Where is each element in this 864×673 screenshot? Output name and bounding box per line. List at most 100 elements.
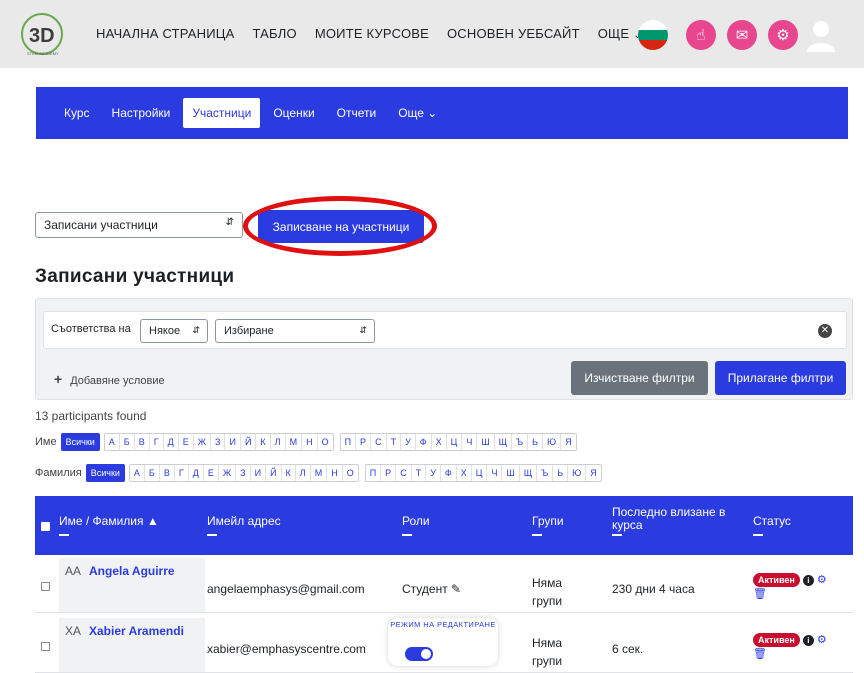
first-name-letter[interactable]: Ц: [447, 434, 463, 450]
last-name-letter[interactable]: Т: [412, 465, 427, 481]
trash-icon[interactable]: 🗑: [753, 647, 827, 660]
last-name-letter[interactable]: М: [311, 465, 328, 481]
first-name-all-button[interactable]: Всички: [60, 433, 100, 451]
first-name-letter[interactable]: А: [105, 434, 120, 450]
last-name-letter[interactable]: И: [251, 465, 267, 481]
select-all-checkbox[interactable]: [41, 522, 50, 531]
nav-dashboard[interactable]: ТАБЛО: [252, 26, 296, 41]
column-last-access[interactable]: Последно влизане в курса: [612, 506, 732, 536]
user-name-link[interactable]: Angela Aguirre: [89, 564, 175, 578]
first-name-letter[interactable]: Я: [561, 434, 576, 450]
tab-grades[interactable]: Оценки: [264, 98, 323, 128]
tab-course[interactable]: Курс: [55, 98, 99, 128]
participants-view-select[interactable]: Записани участници ⇵: [35, 212, 243, 238]
last-name-letter[interactable]: О: [343, 465, 358, 481]
last-name-letter[interactable]: Д: [189, 465, 204, 481]
last-name-letter[interactable]: В: [160, 465, 175, 481]
first-name-letter[interactable]: Р: [356, 434, 372, 450]
first-name-letter[interactable]: П: [341, 434, 357, 450]
user-avatar-icon[interactable]: [804, 18, 838, 52]
last-name-letter[interactable]: Н: [327, 465, 343, 481]
user-role[interactable]: Студент ✎: [402, 582, 461, 596]
last-name-letter[interactable]: З: [236, 465, 251, 481]
first-name-letter[interactable]: И: [225, 434, 241, 450]
match-select[interactable]: Някое ⇵: [140, 319, 208, 343]
last-name-letter[interactable]: Я: [586, 465, 601, 481]
bell-icon[interactable]: ☝: [686, 20, 716, 50]
last-name-letter[interactable]: Ю: [568, 465, 587, 481]
column-email[interactable]: Имейл адрес: [207, 514, 281, 536]
pencil-icon[interactable]: ✎: [451, 582, 461, 596]
add-condition-button[interactable]: + Добавяне условие: [54, 371, 165, 387]
last-name-letter[interactable]: Ь: [553, 465, 569, 481]
apply-filters-button[interactable]: Прилагане филтри: [715, 361, 846, 395]
last-name-letter[interactable]: П: [366, 465, 382, 481]
first-name-letter[interactable]: Ш: [477, 434, 495, 450]
last-name-letter[interactable]: У: [426, 465, 441, 481]
last-name-letter[interactable]: Г: [175, 465, 189, 481]
last-name-letter[interactable]: Х: [457, 465, 472, 481]
close-icon[interactable]: ✕: [818, 324, 832, 338]
edit-mode-toggle[interactable]: [405, 647, 433, 661]
first-name-letter[interactable]: Й: [241, 434, 257, 450]
last-name-letter[interactable]: Ж: [219, 465, 237, 481]
first-name-letter[interactable]: К: [256, 434, 271, 450]
last-name-letter[interactable]: Л: [296, 465, 311, 481]
first-name-letter[interactable]: Г: [150, 434, 164, 450]
first-name-letter[interactable]: Щ: [495, 434, 512, 450]
first-name-letter[interactable]: Е: [179, 434, 194, 450]
row-checkbox[interactable]: [41, 582, 50, 591]
gear-icon[interactable]: ⚙: [768, 20, 798, 50]
first-name-letter[interactable]: Ь: [528, 434, 544, 450]
last-name-letter[interactable]: Ш: [502, 465, 520, 481]
last-name-letter[interactable]: Ч: [487, 465, 503, 481]
last-name-letter[interactable]: Ъ: [537, 465, 554, 481]
gear-icon[interactable]: ⚙: [817, 634, 827, 646]
first-name-letter[interactable]: О: [318, 434, 333, 450]
last-name-letter[interactable]: Ц: [472, 465, 488, 481]
first-name-letter[interactable]: Ж: [194, 434, 212, 450]
last-name-letter[interactable]: Е: [204, 465, 219, 481]
clear-filters-button[interactable]: Изчистване филтри: [571, 361, 708, 395]
column-groups[interactable]: Групи: [532, 514, 564, 536]
first-name-letter[interactable]: З: [211, 434, 226, 450]
gear-icon[interactable]: ⚙: [817, 574, 827, 586]
first-name-letter[interactable]: Д: [164, 434, 179, 450]
nav-my-courses[interactable]: МОИТЕ КУРСОВЕ: [315, 26, 429, 41]
tab-reports[interactable]: Отчети: [328, 98, 386, 128]
last-name-letter[interactable]: А: [130, 465, 145, 481]
row-checkbox[interactable]: [41, 642, 50, 651]
first-name-letter[interactable]: У: [401, 434, 416, 450]
first-name-letter[interactable]: Т: [387, 434, 402, 450]
nav-home[interactable]: НАЧАЛНА СТРАНИЦА: [96, 26, 234, 41]
last-name-letter[interactable]: Б: [145, 465, 160, 481]
first-name-letter[interactable]: Б: [120, 434, 135, 450]
first-name-letter[interactable]: Ъ: [512, 434, 529, 450]
tab-participants[interactable]: Участници: [183, 98, 261, 128]
tab-more[interactable]: Още ⌄: [389, 98, 446, 128]
filter-type-select[interactable]: Избиране ⇵: [215, 319, 375, 343]
first-name-letter[interactable]: Ф: [416, 434, 432, 450]
first-name-letter[interactable]: В: [135, 434, 150, 450]
first-name-letter[interactable]: М: [286, 434, 303, 450]
column-roles[interactable]: Роли: [402, 514, 430, 536]
last-name-letter[interactable]: Ф: [441, 465, 457, 481]
chat-icon[interactable]: ✉: [727, 20, 757, 50]
column-status[interactable]: Статус: [753, 514, 791, 536]
first-name-letter[interactable]: С: [371, 434, 387, 450]
last-name-letter[interactable]: Щ: [520, 465, 538, 481]
trash-icon[interactable]: 🗑: [753, 587, 827, 600]
last-name-letter[interactable]: К: [282, 465, 296, 481]
first-name-letter[interactable]: Л: [271, 434, 286, 450]
first-name-letter[interactable]: Ч: [462, 434, 478, 450]
nav-more[interactable]: ОЩЕ⌄: [598, 26, 642, 41]
info-icon[interactable]: i: [802, 575, 814, 586]
tab-settings[interactable]: Настройки: [103, 98, 180, 128]
column-name[interactable]: Име / Фамилия ▲: [59, 514, 159, 536]
info-icon[interactable]: i: [802, 635, 814, 646]
last-name-all-button[interactable]: Всички: [85, 464, 125, 482]
last-name-letter[interactable]: Й: [266, 465, 282, 481]
nav-main-website[interactable]: ОСНОВЕН УЕБСАЙТ: [447, 26, 580, 41]
last-name-letter[interactable]: С: [396, 465, 412, 481]
first-name-letter[interactable]: Н: [302, 434, 318, 450]
